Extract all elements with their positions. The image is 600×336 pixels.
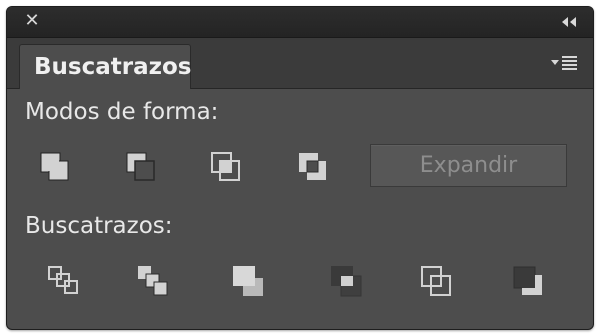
exclude-icon (299, 153, 326, 180)
pathfinder-panel: ✕ Buscatrazos Modos de forma: Expandir B… (6, 6, 594, 330)
unite-icon (40, 152, 69, 181)
crop-icon (331, 266, 362, 297)
shape-modes-label: Modos de forma: (25, 99, 219, 125)
minus-back-icon (513, 266, 542, 295)
minus-back-button[interactable] (509, 262, 549, 302)
panel-menu-icon (551, 56, 577, 70)
close-icon[interactable]: ✕ (21, 10, 43, 32)
tab-label: Buscatrazos (34, 54, 192, 80)
trim-button[interactable] (133, 262, 173, 302)
merge-icon (233, 266, 263, 296)
exclude-button[interactable] (293, 147, 333, 187)
panel-titlebar: ✕ (7, 7, 593, 38)
divide-button[interactable] (45, 262, 85, 302)
panel-tab-row: Buscatrazos (7, 38, 593, 89)
minus-front-button[interactable] (121, 147, 161, 187)
collapse-panel-button[interactable] (557, 13, 581, 31)
outline-button[interactable] (417, 262, 457, 302)
intersect-icon (211, 152, 240, 181)
intersect-button[interactable] (206, 147, 246, 187)
expand-button[interactable]: Expandir (370, 144, 567, 187)
minus-front-icon (126, 152, 155, 181)
crop-button[interactable] (327, 262, 367, 302)
unite-button[interactable] (35, 147, 75, 187)
tab-buscatrazos[interactable]: Buscatrazos (19, 44, 192, 89)
trim-icon (138, 266, 168, 296)
double-chevron-left-icon (562, 17, 576, 27)
merge-button[interactable] (229, 262, 269, 302)
divide-icon (48, 266, 78, 294)
outline-icon (421, 266, 451, 296)
panel-menu-button[interactable] (549, 52, 579, 74)
pathfinders-label: Buscatrazos: (25, 213, 173, 239)
